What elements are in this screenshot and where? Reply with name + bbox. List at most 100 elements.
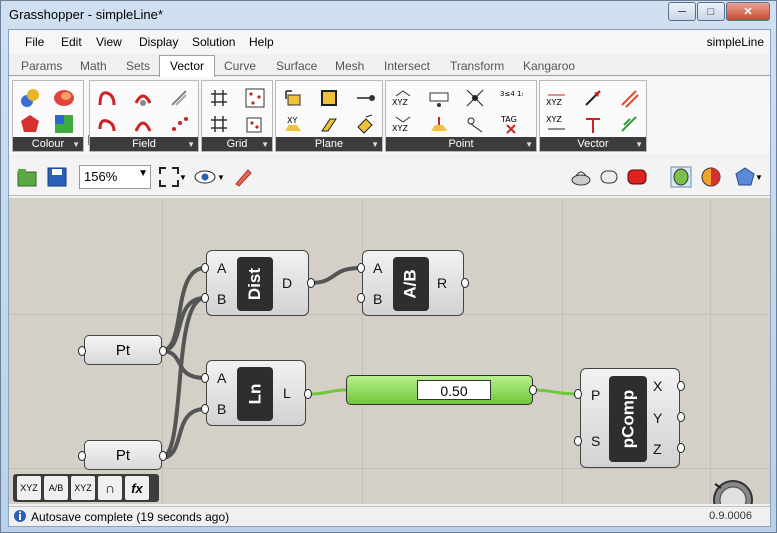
tab-params[interactable]: Params (21, 59, 62, 73)
zoom-extents-menu-icon[interactable]: ▼ (177, 165, 189, 189)
dist-grip-d[interactable] (307, 278, 315, 288)
pcomp-grip-p[interactable] (574, 389, 582, 399)
pt2-grip-out[interactable] (159, 451, 167, 461)
div-output-r[interactable]: R (437, 275, 447, 291)
div-grip-b[interactable] (357, 293, 365, 303)
group-expand-grid-icon[interactable]: ▼ (261, 140, 269, 149)
pcomp-output-y[interactable]: Y (653, 410, 662, 426)
tab-vector[interactable]: Vector (159, 55, 216, 77)
plane-align-icon[interactable] (352, 111, 378, 137)
ln-grip-a[interactable] (201, 373, 209, 383)
tab-curve[interactable]: Curve (224, 59, 256, 73)
tab-math[interactable]: Math (80, 59, 107, 73)
ln-grip-l[interactable] (304, 389, 312, 399)
vector-xyz-icon[interactable]: XYZ (544, 85, 570, 111)
vector-amplitude-icon[interactable] (616, 85, 642, 111)
grasshopper-canvas[interactable]: A B Dist D A B A/B R Pt A B Ln L 0.50 Pt… (9, 198, 770, 504)
grid-square-icon[interactable] (206, 85, 232, 111)
widget-div[interactable]: A/B (44, 476, 68, 500)
preview-menu-icon[interactable]: ▼ (215, 165, 227, 189)
display-wire-icon[interactable] (569, 165, 593, 189)
distance-component[interactable]: A B Dist D (206, 250, 309, 316)
pcomp-grip-s[interactable] (574, 436, 582, 446)
dist-input-a[interactable]: A (217, 260, 226, 276)
colour-swatch-icon[interactable] (51, 85, 77, 111)
menu-help[interactable]: Help (249, 35, 274, 49)
pt1-grip-in[interactable] (78, 346, 86, 356)
plane-normal-icon[interactable] (316, 111, 342, 137)
div-grip-a[interactable] (357, 263, 365, 273)
pt2-grip-in[interactable] (78, 451, 86, 461)
vector-deconstruct-icon[interactable]: XYZ (544, 111, 570, 137)
point-closest-icon[interactable] (462, 111, 488, 137)
field-line-charge-icon[interactable] (94, 85, 120, 111)
menu-file[interactable]: File (25, 35, 44, 49)
colour-hsv-icon[interactable] (17, 111, 43, 137)
dist-grip-a[interactable] (201, 263, 209, 273)
zoom-level-dropdown[interactable]: 156% ▼ (79, 165, 151, 189)
group-expand-vector-icon[interactable]: ▼ (635, 140, 643, 149)
div-input-b[interactable]: B (373, 291, 382, 307)
field-vector-force-icon[interactable] (94, 111, 120, 137)
preview-mesh-icon[interactable] (669, 165, 693, 189)
tab-kangaroo[interactable]: Kangaroo (523, 59, 575, 73)
point-numbers-icon[interactable] (426, 85, 452, 111)
preview-eye-icon[interactable] (193, 165, 217, 189)
colour-cmyk-icon[interactable] (51, 111, 77, 137)
widget-arc[interactable]: ∩ (98, 476, 122, 500)
plane-xy-icon[interactable] (316, 85, 342, 111)
save-file-icon[interactable] (45, 165, 69, 189)
pcomp-grip-y[interactable] (677, 412, 685, 422)
menu-edit[interactable]: Edit (61, 35, 82, 49)
ln-input-a[interactable]: A (217, 370, 226, 386)
point-project-icon[interactable] (426, 111, 452, 137)
point-param-1[interactable]: Pt (84, 335, 162, 365)
widget-fx[interactable]: fx (125, 476, 149, 500)
widget-xyz-2[interactable]: XYZ (71, 476, 95, 500)
ln-output-l[interactable]: L (283, 385, 291, 401)
ln-grip-b[interactable] (201, 404, 209, 414)
dist-input-b[interactable]: B (217, 291, 226, 307)
point-cloud-icon[interactable] (462, 85, 488, 111)
point-sort-icon[interactable]: 3≤4 1≤2 (498, 85, 524, 111)
point-param-2[interactable]: Pt (84, 440, 162, 470)
plane-offset-icon[interactable] (352, 85, 378, 111)
maximize-button[interactable]: □ (697, 2, 725, 21)
tab-transform[interactable]: Transform (450, 59, 504, 73)
pcomp-grip-x[interactable] (677, 381, 685, 391)
field-spin-icon[interactable] (166, 85, 192, 111)
sketch-pen-icon[interactable] (231, 165, 255, 189)
minimize-button[interactable]: ─ (668, 2, 696, 21)
div-input-a[interactable]: A (373, 260, 382, 276)
div-grip-r[interactable] (461, 278, 469, 288)
dist-output-d[interactable]: D (282, 275, 292, 291)
open-file-icon[interactable] (15, 165, 39, 189)
pcomp-output-z[interactable]: Z (653, 441, 662, 457)
pcomp-input-p[interactable]: P (591, 387, 600, 403)
grid-populate-3d-icon[interactable] (242, 111, 268, 137)
canvas-navigator-icon[interactable] (711, 478, 755, 504)
colour-rgb-icon[interactable] (17, 85, 43, 111)
division-component[interactable]: A B A/B R (362, 250, 464, 316)
pcomp-output-x[interactable]: X (653, 378, 662, 394)
number-slider[interactable]: 0.50 (346, 375, 533, 405)
tab-mesh[interactable]: Mesh (335, 59, 364, 73)
slider-value[interactable]: 0.50 (417, 380, 491, 400)
menu-display[interactable]: Display (139, 35, 178, 49)
tab-surface[interactable]: Surface (276, 59, 317, 73)
preview-colour-icon[interactable] (699, 165, 723, 189)
field-point-charge-icon[interactable] (130, 85, 156, 111)
field-merge-icon[interactable] (130, 111, 156, 137)
point-construct-icon[interactable]: XYZ (390, 85, 416, 111)
pt1-grip-out[interactable] (159, 346, 167, 356)
menu-solution[interactable]: Solution (192, 35, 235, 49)
field-evaluate-icon[interactable] (166, 111, 192, 137)
line-component[interactable]: A B Ln L (206, 360, 306, 426)
tab-intersect[interactable]: Intersect (384, 59, 430, 73)
point-tag-icon[interactable]: TAG (498, 111, 524, 137)
display-selected-icon[interactable] (625, 165, 649, 189)
group-expand-point-icon[interactable]: ▼ (525, 140, 533, 149)
vector-2pt-icon[interactable] (580, 85, 606, 111)
grid-populate-icon[interactable] (242, 85, 268, 111)
slider-grip-out[interactable] (529, 385, 537, 395)
